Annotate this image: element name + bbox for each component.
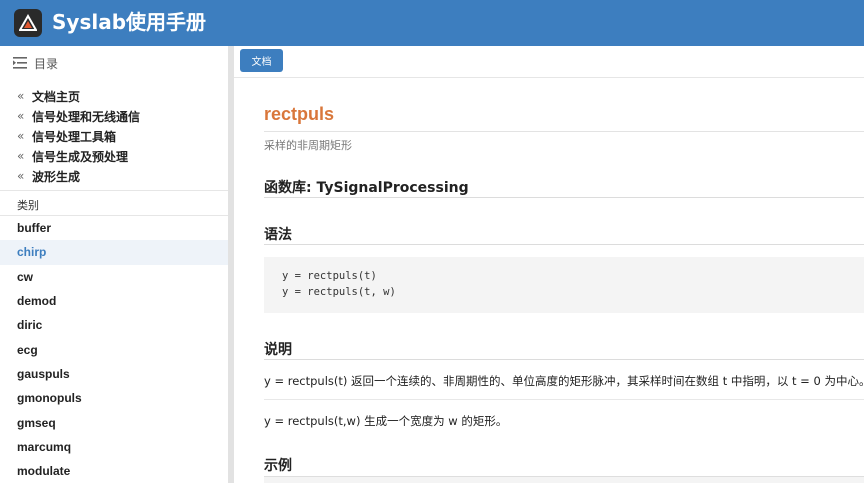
toc-menu-icon	[13, 57, 27, 69]
double-chevron-left-icon: «	[17, 129, 25, 143]
breadcrumb-item-home[interactable]: «文档主页	[17, 86, 140, 106]
page-subtitle: 采样的非周期矩形	[264, 139, 352, 152]
tabbar-divider	[234, 77, 864, 78]
sidebar-item-ecg[interactable]: ecg	[0, 337, 228, 361]
description-paragraph: y = rectpuls(t,w) 生成一个宽度为 w 的矩形。	[264, 414, 508, 428]
heading-divider	[264, 197, 864, 198]
sidebar-item-buffer[interactable]: buffer	[0, 216, 228, 240]
app-header: Syslab使用手册	[0, 0, 864, 46]
sidebar-item-gauspuls[interactable]: gauspuls	[0, 362, 228, 386]
sidebar-item-diric[interactable]: diric	[0, 313, 228, 337]
function-list: buffer chirp cw demod diric ecg gauspuls…	[0, 216, 228, 483]
app-title: Syslab使用手册	[52, 10, 207, 34]
syntax-code-block: y = rectpuls(t) y = rectpuls(t, w)	[264, 257, 864, 313]
sidebar-item-demod[interactable]: demod	[0, 289, 228, 313]
breadcrumb-item-signal-wireless[interactable]: «信号处理和无线通信	[17, 106, 140, 126]
toc-label: 目录	[34, 56, 59, 71]
sidebar-item-marcumq[interactable]: marcumq	[0, 435, 228, 459]
tab-doc-button[interactable]: 文档	[240, 49, 283, 72]
syntax-heading: 语法	[264, 227, 292, 243]
library-heading: 函数库: TySignalProcessing	[264, 180, 469, 196]
code-line: y = rectpuls(t, w)	[282, 286, 396, 298]
title-divider	[264, 131, 864, 132]
sidebar-item-modulate[interactable]: modulate	[0, 459, 228, 483]
double-chevron-left-icon: «	[17, 89, 25, 103]
sidebar-item-gmonopuls[interactable]: gmonopuls	[0, 386, 228, 410]
description-heading: 说明	[264, 342, 292, 358]
code-line: y = rectpuls(t)	[282, 270, 377, 282]
sidebar-item-cw[interactable]: cw	[0, 265, 228, 289]
page-title: rectpuls	[264, 104, 335, 124]
category-label: 类别	[17, 199, 39, 212]
examples-heading: 示例	[264, 458, 292, 474]
examples-code-block	[264, 476, 864, 483]
double-chevron-left-icon: «	[17, 149, 25, 163]
paragraph-divider	[264, 399, 864, 400]
syslab-logo-icon	[14, 9, 42, 37]
sidebar: 目录 «文档主页 «信号处理和无线通信 «信号处理工具箱 «信号生成及预处理 «…	[0, 46, 228, 483]
toc-header[interactable]: 目录	[13, 54, 58, 72]
sidebar-divider	[0, 190, 228, 191]
heading-divider	[264, 244, 864, 245]
breadcrumb-item-signal-generation[interactable]: «信号生成及预处理	[17, 146, 140, 166]
heading-divider	[264, 359, 864, 360]
double-chevron-left-icon: «	[17, 109, 25, 123]
description-paragraph: y = rectpuls(t) 返回一个连续的、非周期性的、单位高度的矩形脉冲，…	[264, 374, 864, 388]
double-chevron-left-icon: «	[17, 169, 25, 183]
sidebar-item-gmseq[interactable]: gmseq	[0, 410, 228, 434]
breadcrumb-item-waveform[interactable]: «波形生成	[17, 166, 140, 186]
sidebar-item-chirp[interactable]: chirp	[0, 240, 228, 265]
breadcrumb: «文档主页 «信号处理和无线通信 «信号处理工具箱 «信号生成及预处理 «波形生…	[17, 86, 140, 186]
main-content: 文档 rectpuls 采样的非周期矩形 函数库: TySignalProces…	[234, 46, 864, 483]
breadcrumb-item-signal-toolbox[interactable]: «信号处理工具箱	[17, 126, 140, 146]
